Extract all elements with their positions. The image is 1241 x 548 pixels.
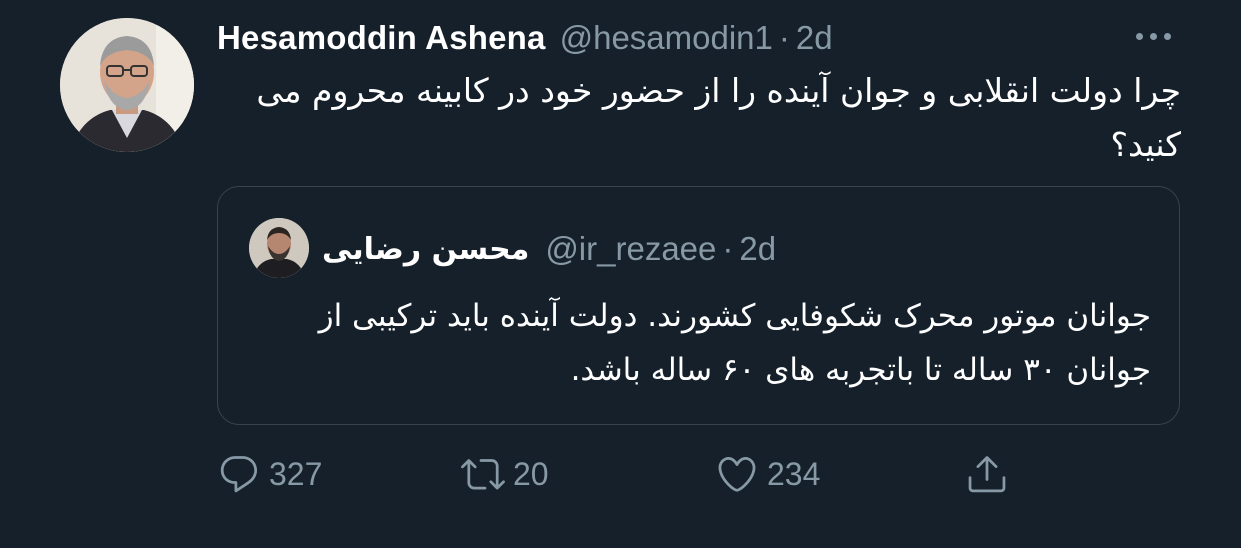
quoted-tweet-timestamp: 2d	[739, 230, 777, 267]
share-button[interactable]	[965, 446, 1009, 502]
author-name[interactable]: Hesamoddin Ashena	[217, 19, 546, 57]
retweet-icon	[461, 459, 505, 490]
tweet-text: چرا دولت انقلابی و جوان آینده را از حضور…	[256, 71, 1181, 164]
quoted-author-name[interactable]: محسن رضایی	[322, 232, 529, 267]
retweet-count: 20	[513, 455, 549, 492]
quoted-tweet-header: محسن رضایی @ir_rezaee · 2d	[322, 225, 776, 273]
quoted-author-avatar-image	[249, 218, 309, 278]
share-icon	[968, 456, 1006, 493]
retweet-button[interactable]: 20	[461, 446, 549, 502]
author-avatar[interactable]	[60, 18, 194, 152]
quoted-author-avatar[interactable]	[249, 218, 309, 278]
tweet-actions: 327 20 234	[217, 446, 1097, 502]
heart-icon	[718, 456, 756, 492]
tweet[interactable]: Hesamoddin Ashena @hesamodin1 · 2d چرا د…	[0, 0, 1241, 548]
like-button[interactable]: 234	[715, 446, 820, 502]
author-handle[interactable]: @hesamodin1	[560, 19, 773, 57]
quoted-tweet[interactable]: محسن رضایی @ir_rezaee · 2d جوانان موتور …	[217, 186, 1180, 425]
quoted-header-separator: ·	[722, 230, 734, 267]
tweet-header: Hesamoddin Ashena @hesamodin1 · 2d	[217, 14, 833, 62]
more-icon[interactable]	[1124, 18, 1182, 54]
quoted-tweet-text: جوانان موتور محرک شکوفایی کشورند. دولت آ…	[318, 298, 1151, 388]
header-separator: ·	[778, 19, 790, 56]
more-icon-dot	[1163, 32, 1171, 40]
reply-button[interactable]: 327	[217, 446, 322, 502]
quoted-author-handle[interactable]: @ir_rezaee	[545, 230, 716, 268]
more-icon-dot	[1135, 32, 1143, 40]
like-count: 234	[767, 455, 821, 492]
more-icon-dot	[1149, 32, 1157, 40]
tweet-timestamp[interactable]: 2d	[796, 19, 833, 57]
author-avatar-image	[60, 18, 194, 152]
reply-count: 327	[269, 455, 323, 492]
reply-icon	[220, 456, 258, 493]
